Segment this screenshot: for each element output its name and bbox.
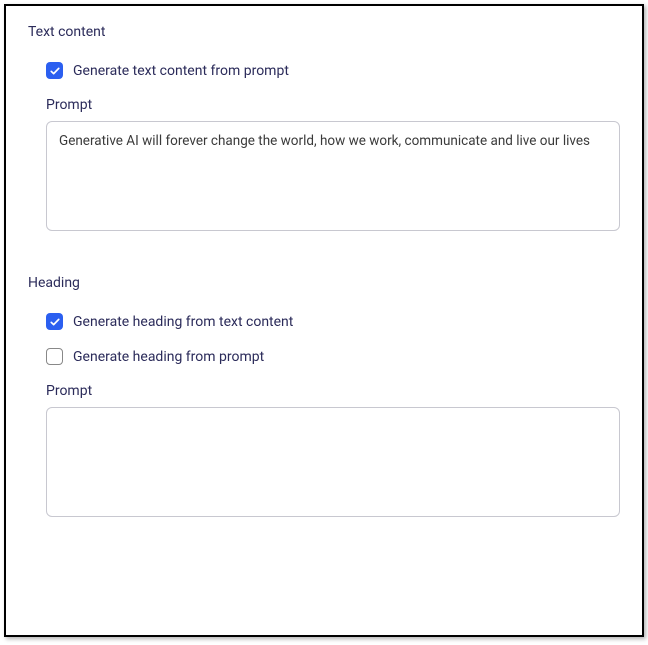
text-prompt-textarea[interactable] xyxy=(46,121,620,231)
generate-heading-from-prompt-checkbox[interactable] xyxy=(46,348,63,365)
generate-text-from-prompt-checkbox[interactable] xyxy=(46,62,63,79)
text-content-title: Text content xyxy=(28,24,620,40)
heading-prompt-textarea[interactable] xyxy=(46,407,620,517)
generate-text-from-prompt-row[interactable]: Generate text content from prompt xyxy=(28,62,620,79)
generate-heading-from-prompt-label: Generate heading from prompt xyxy=(73,349,264,365)
generate-heading-from-text-row[interactable]: Generate heading from text content xyxy=(28,313,620,330)
heading-title: Heading xyxy=(28,275,620,291)
generate-heading-from-text-checkbox[interactable] xyxy=(46,313,63,330)
checkmark-icon xyxy=(49,316,61,328)
heading-section: Heading Generate heading from text conte… xyxy=(28,275,620,521)
checkmark-icon xyxy=(49,65,61,77)
text-prompt-label: Prompt xyxy=(28,97,620,113)
generate-heading-from-text-label: Generate heading from text content xyxy=(73,314,293,330)
generate-heading-from-prompt-row[interactable]: Generate heading from prompt xyxy=(28,348,620,365)
generate-text-from-prompt-label: Generate text content from prompt xyxy=(73,63,289,79)
text-content-section: Text content Generate text content from … xyxy=(28,24,620,235)
settings-panel: Text content Generate text content from … xyxy=(4,4,644,637)
heading-prompt-label: Prompt xyxy=(28,383,620,399)
